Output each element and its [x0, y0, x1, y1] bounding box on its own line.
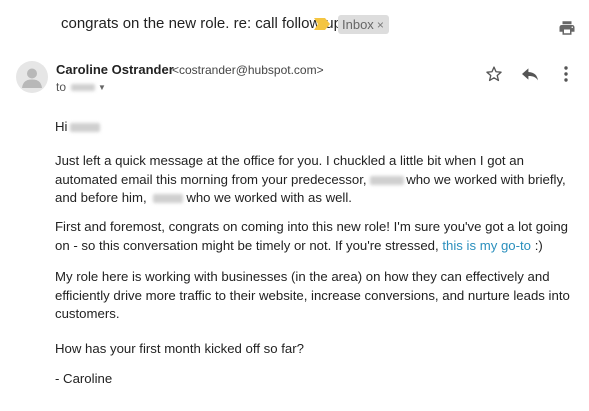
redacted-name [70, 123, 101, 133]
print-icon[interactable] [558, 19, 576, 37]
more-vert-icon[interactable] [561, 64, 571, 84]
label-text: Inbox [342, 17, 374, 32]
paragraph-4: How has your first month kicked off so f… [55, 341, 304, 356]
redacted-name [153, 194, 184, 204]
inbox-label-chip: Inbox × [338, 15, 389, 34]
greeting-line: Hi [55, 118, 101, 137]
go-to-link[interactable]: this is my go-to [442, 238, 531, 253]
paragraph-2: First and foremost, congrats on coming i… [55, 218, 575, 255]
sender-name[interactable]: Caroline Ostrander [56, 62, 174, 77]
default-avatar-icon [22, 68, 42, 88]
reply-icon[interactable] [520, 66, 540, 82]
redacted-recipient [71, 83, 96, 91]
email-subject: congrats on the new role. re: call follo… [61, 15, 342, 32]
paragraph-3: My role here is working with businesses … [55, 269, 570, 321]
p1-text-c: who we worked with as well. [186, 190, 352, 205]
sender-email: <costrander@hubspot.com> [172, 63, 324, 77]
redacted-name [370, 175, 405, 185]
sender-avatar[interactable] [16, 61, 48, 93]
to-label: to [56, 80, 67, 94]
star-icon[interactable] [485, 65, 503, 83]
recipients-row[interactable]: to ▼ [56, 80, 106, 94]
subject-row: congrats on the new role. re: call follo… [0, 0, 589, 48]
p2-text-b: :) [534, 237, 543, 253]
remove-label-button[interactable]: × [377, 18, 384, 32]
importance-marker-icon[interactable] [314, 18, 330, 30]
signoff: - Caroline [55, 371, 113, 386]
chevron-down-icon[interactable]: ▼ [98, 83, 106, 92]
paragraph-1: Just left a quick message at the office … [55, 152, 575, 208]
greeting: Hi [55, 119, 68, 134]
